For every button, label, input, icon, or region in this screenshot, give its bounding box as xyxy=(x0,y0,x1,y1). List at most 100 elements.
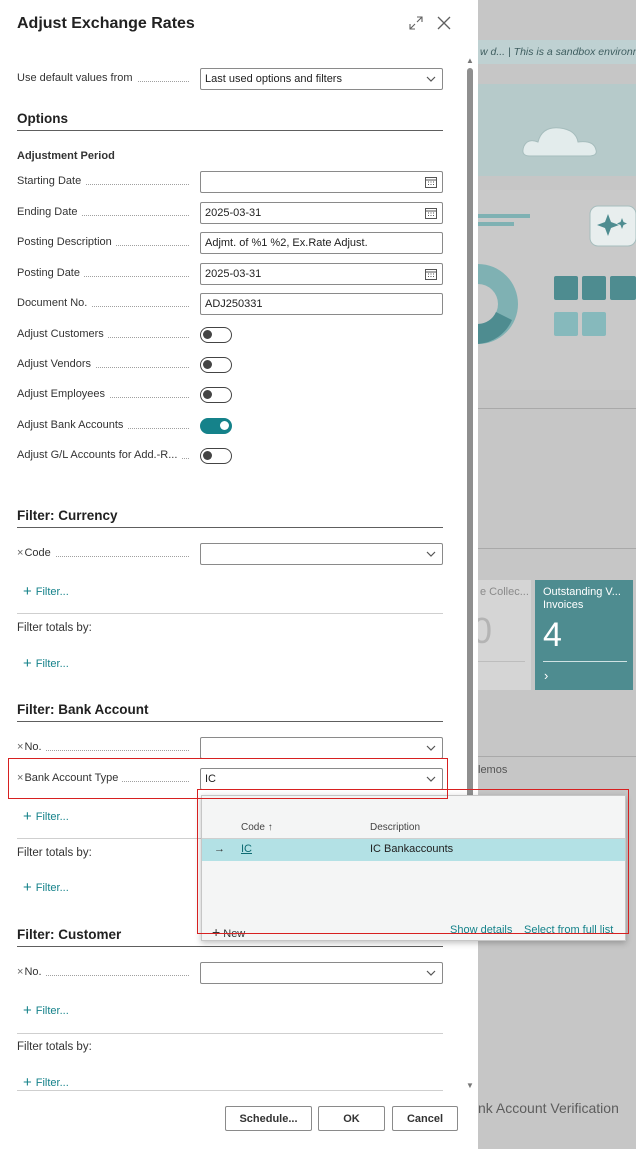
bank-account-totals-add-filter-link[interactable]: + Filter... xyxy=(23,878,69,896)
cue-tile-outstanding-vendor-invoices[interactable]: Outstanding V... Invoices 4 › xyxy=(535,580,633,690)
document-no-row: Document No. ADJ250331 xyxy=(17,293,443,315)
show-details-link[interactable]: Show details xyxy=(450,924,512,936)
remove-filter-icon[interactable]: × xyxy=(17,966,23,978)
calendar-icon[interactable] xyxy=(424,267,438,281)
bank-account-type-lookup: Code ↑ Description → IC IC Bankaccounts … xyxy=(201,795,626,941)
ending-date-input[interactable]: 2025-03-31 xyxy=(200,202,443,224)
column-header-code[interactable]: Code ↑ xyxy=(241,822,273,833)
adjust-customers-toggle[interactable] xyxy=(200,327,232,343)
adjust-bank-accounts-toggle[interactable] xyxy=(200,418,232,434)
customer-totals-add-filter-link[interactable]: + Filter... xyxy=(23,1073,69,1091)
posting-description-row: Posting Description Adjmt. of %1 %2, Ex.… xyxy=(17,232,443,254)
currency-code-select[interactable] xyxy=(200,543,443,565)
adjust-employees-toggle[interactable] xyxy=(200,387,232,403)
plus-icon: + xyxy=(23,655,32,672)
sort-ascending-icon: ↑ xyxy=(267,822,273,833)
currency-code-row: ×Code xyxy=(17,543,443,565)
bank-account-no-select[interactable] xyxy=(200,737,443,759)
adjust-vendors-row: Adjust Vendors xyxy=(17,354,443,376)
remove-filter-icon[interactable]: × xyxy=(17,547,23,559)
link-label: Filter... xyxy=(35,882,69,894)
field-label: Adjust G/L Accounts for Add.-R... xyxy=(17,449,182,461)
section-divider xyxy=(17,721,443,722)
chevron-down-icon xyxy=(426,776,436,782)
expand-icon[interactable] xyxy=(405,12,427,34)
cancel-button[interactable]: Cancel xyxy=(392,1106,458,1131)
filter-bank-account-title: Filter: Bank Account xyxy=(17,702,149,717)
adjustment-period-label: Adjustment Period xyxy=(17,150,115,162)
currency-filter-totals-label: Filter totals by: xyxy=(17,622,92,634)
posting-description-input[interactable]: Adjmt. of %1 %2, Ex.Rate Adjust. xyxy=(200,232,443,254)
posting-date-input[interactable]: 2025-03-31 xyxy=(200,263,443,285)
currency-totals-add-filter-link[interactable]: + Filter... xyxy=(23,654,69,672)
tile-value: 4 xyxy=(543,616,562,654)
select-from-full-list-link[interactable]: Select from full list xyxy=(524,924,613,936)
chevron-right-icon[interactable]: › xyxy=(544,668,548,683)
scrollbar-thumb[interactable] xyxy=(467,68,473,828)
field-label: Adjust Customers xyxy=(17,328,108,340)
column-header-description[interactable]: Description xyxy=(370,822,420,833)
customer-add-filter-link[interactable]: + Filter... xyxy=(23,1001,69,1019)
grid-blocks-illustration xyxy=(554,276,636,336)
scroll-up-icon[interactable]: ▲ xyxy=(466,56,474,65)
current-row-arrow-icon: → xyxy=(214,843,225,855)
options-section-title: Options xyxy=(17,111,68,126)
field-label: Posting Description xyxy=(17,236,116,248)
field-label: No. xyxy=(24,741,42,753)
row-description: IC Bankaccounts xyxy=(370,843,454,855)
bg-divider xyxy=(478,548,636,549)
lookup-row[interactable]: → IC IC Bankaccounts xyxy=(202,839,625,861)
bank-account-no-row: ×No. xyxy=(17,737,443,759)
adjust-bank-accounts-row: Adjust Bank Accounts xyxy=(17,415,443,437)
row-code-link[interactable]: IC xyxy=(241,843,252,855)
use-default-values-row: Use default values from Last used option… xyxy=(17,68,443,90)
calendar-icon[interactable] xyxy=(424,206,438,220)
ok-button[interactable]: OK xyxy=(318,1106,385,1131)
adjust-exchange-rates-dialog: Adjust Exchange Rates Use default values… xyxy=(0,0,478,1149)
tile-label: e Collec... xyxy=(480,586,529,598)
bg-divider xyxy=(478,408,636,409)
field-label: Adjust Bank Accounts xyxy=(17,419,128,431)
customer-no-select[interactable] xyxy=(200,962,443,984)
scroll-down-icon[interactable]: ▼ xyxy=(466,1081,474,1090)
field-label: Adjust Vendors xyxy=(17,358,95,370)
use-default-values-select[interactable]: Last used options and filters xyxy=(200,68,443,90)
bank-account-add-filter-link[interactable]: + Filter... xyxy=(23,807,69,825)
bank-account-type-select[interactable]: IC xyxy=(200,768,443,790)
field-label: Ending Date xyxy=(17,206,82,218)
starting-date-input[interactable] xyxy=(200,171,443,193)
document-no-input[interactable]: ADJ250331 xyxy=(200,293,443,315)
remove-filter-icon[interactable]: × xyxy=(17,772,23,784)
plus-icon: + xyxy=(23,808,32,825)
field-label: Document No. xyxy=(17,297,92,309)
section-divider xyxy=(17,946,443,947)
divider xyxy=(17,613,443,614)
chat-sparkle-icon xyxy=(589,205,636,247)
remove-filter-icon[interactable]: × xyxy=(17,741,23,753)
select-value: IC xyxy=(205,773,216,785)
customer-filter-totals-label: Filter totals by: xyxy=(17,1041,92,1053)
link-label: Filter... xyxy=(35,658,69,670)
schedule-button[interactable]: Schedule... xyxy=(225,1106,312,1131)
adjust-gl-accounts-row: Adjust G/L Accounts for Add.-R... xyxy=(17,445,443,467)
close-icon[interactable] xyxy=(433,12,455,34)
bg-divider xyxy=(478,756,636,757)
sandbox-banner: w d... | This is a sandbox environment xyxy=(478,40,636,64)
calendar-icon[interactable] xyxy=(424,175,438,189)
bank-account-type-row: ×Bank Account Type IC xyxy=(17,768,443,790)
field-label: Starting Date xyxy=(17,175,86,187)
field-label: Adjust Employees xyxy=(17,388,110,400)
adjust-gl-accounts-toggle[interactable] xyxy=(200,448,232,464)
plus-icon: + xyxy=(23,1074,32,1091)
new-button[interactable]: + New xyxy=(212,924,245,940)
plus-icon: + xyxy=(23,1002,32,1019)
currency-add-filter-link[interactable]: + Filter... xyxy=(23,582,69,600)
adjust-vendors-toggle[interactable] xyxy=(200,357,232,373)
input-value: Adjmt. of %1 %2, Ex.Rate Adjust. xyxy=(205,237,368,249)
plus-icon: + xyxy=(23,583,32,600)
lookup-footer: + New Show details Select from full list xyxy=(202,922,625,940)
dialog-footer: Schedule... OK Cancel xyxy=(0,1095,478,1149)
memos-heading: lemos xyxy=(478,764,508,776)
adjust-customers-row: Adjust Customers xyxy=(17,324,443,346)
cue-tile-collections[interactable]: e Collec... 0 xyxy=(472,580,531,690)
